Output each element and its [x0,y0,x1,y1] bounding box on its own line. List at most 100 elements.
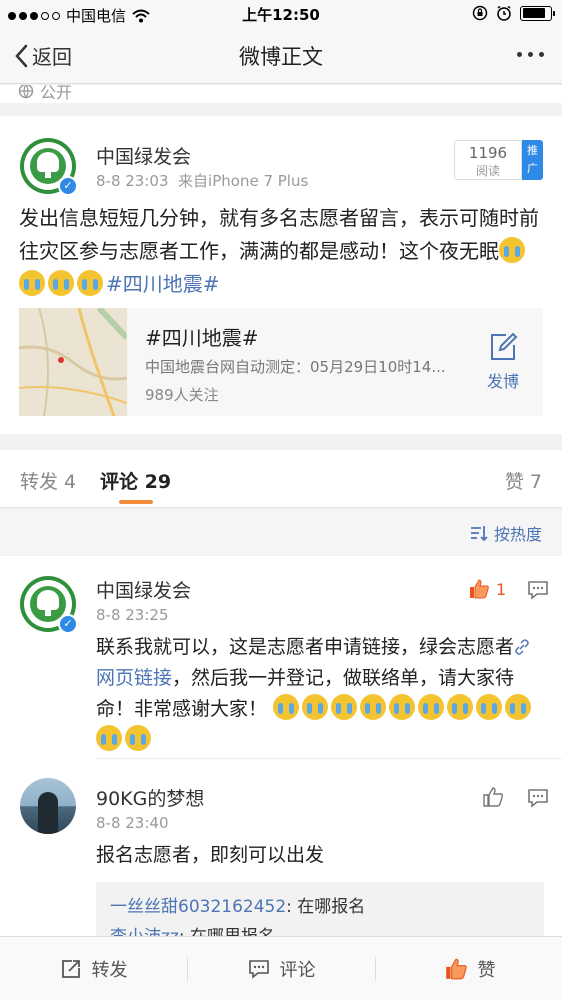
comment-icon [248,960,269,979]
comment-label: 评论 [279,960,316,981]
read-count-box: 1196 阅读 [454,140,522,180]
comment-author[interactable]: 中国绿发会 [96,576,191,603]
crying-emoji-icon [499,237,525,263]
read-count: 1196 [468,144,508,162]
post-source: 来自iPhone 7 Plus [178,172,309,190]
post-to-topic-button[interactable]: 发博 [469,332,537,392]
link-icon [515,639,529,655]
comment-author[interactable]: 90KG的梦想 [96,784,204,811]
sort-icon [470,526,488,541]
tab-likes[interactable]: 赞 7 [505,467,542,494]
thumbs-up-icon [445,958,467,980]
visibility-strip: 公开 [0,85,562,103]
topic-followers: 989人关注 [145,386,219,404]
avatar[interactable] [20,778,76,834]
bottom-action-bar: 转发 评论 赞 [0,936,562,1000]
thumbs-up-icon[interactable] [482,786,504,808]
more-dot [528,52,533,57]
visibility-label: 公开 [40,85,73,102]
crying-emoji-icon [302,694,329,720]
crying-emoji-icon [447,694,474,720]
thumbs-up-icon [470,579,489,599]
repost-button[interactable]: 转发 [0,937,187,1000]
crying-emoji-icon [48,270,74,296]
post-body: 发出信息短短几分钟，就有多名志愿者留言，表示可随时前往灾区参与志愿者工作，满满的… [19,202,545,301]
read-label: 阅读 [475,164,500,178]
repost-icon [61,960,80,978]
comment-time: 8-8 23:40 [96,814,169,832]
crying-emoji-icon [96,725,122,751]
page-title: 微博正文 [239,45,323,69]
verified-badge-icon: ✓ [58,176,78,196]
reply-icon[interactable] [527,788,549,808]
topic-card[interactable]: · #四川地震# 中国地震台网自动测定：05月29日10时14... 989人关… [19,308,543,416]
reply-thread[interactable]: 一丝丝甜6032162452: 在哪报名 李小沛zz: 在哪里报名 [96,882,544,936]
reply-icon[interactable] [527,580,549,600]
avatar[interactable]: ✓ [20,576,78,634]
post-card: ✓ 中国绿发会 8-8 23:03 来自iPhone 7 Plus 1196 阅… [0,116,562,434]
comment-text-part: 联系我就可以，这是志愿者申请链接，绿会志愿者 [96,636,515,658]
reply-item: 李小沛zz: 在哪里报名 [110,922,530,936]
status-bar: 中国电信 上午12:50 [0,0,562,28]
crying-emoji-icon [19,270,45,296]
post-text: 发出信息短短几分钟，就有多名志愿者留言，表示可随时前往灾区参与志愿者工作，满满的… [19,206,539,263]
sort-label: 按热度 [493,525,542,544]
post-time: 8-8 23:03 [96,172,169,190]
topic-description: 中国地震台网自动测定：05月29日10时14... [145,358,446,376]
comment-time: 8-8 23:25 [96,606,169,624]
map-thumbnail: · [19,308,127,416]
post-to-topic-label: 发博 [486,372,519,391]
sort-button[interactable]: 按热度 [470,521,542,545]
hashtag-link[interactable]: #四川地震# [106,272,220,296]
comment-divider [96,758,562,759]
more-dot [517,52,522,57]
sort-bar: 按热度 [0,509,562,555]
reply-text: : 在哪里报名 [179,927,275,936]
comment-button[interactable]: 评论 [188,937,375,1000]
svg-text:·: · [67,350,69,358]
crying-emoji-icon [273,694,300,720]
tab-comments-label: 评论 [100,471,139,493]
status-right [472,5,555,21]
crying-emoji-icon [389,694,416,720]
tab-repost[interactable]: 转发 4 [20,467,76,494]
repost-label: 转发 [91,960,128,981]
promote-button[interactable]: 推广 [522,140,543,180]
battery-icon [520,5,555,21]
topic-title[interactable]: #四川地震# [145,322,259,351]
verified-badge-icon: ✓ [58,614,78,634]
crying-emoji-icon [476,694,503,720]
comment-text: 联系我就可以，这是志愿者申请链接，绿会志愿者网页链接，然后我一并登记，做联络单，… [96,632,548,756]
more-dot [539,52,544,57]
comment-like-count: 1 [496,579,507,599]
comment-text: 报名志愿者，即刻可以出发 [96,844,325,866]
compose-icon [491,332,518,360]
like-label: 赞 [477,960,496,981]
crying-emoji-icon [125,725,151,751]
orientation-lock-icon [472,5,488,21]
active-tab-indicator [119,500,153,504]
comment-list: ✓ 中国绿发会 8-8 23:25 1 联系我就可以，这是志愿者申请链接，绿会志… [0,556,562,936]
web-link-label: 网页链接 [96,667,173,689]
crying-emoji-icon [77,270,103,296]
more-button[interactable] [517,52,544,57]
nav-bar: 返回 微博正文 [0,28,562,84]
tab-comments-count: 29 [144,471,172,493]
author-name[interactable]: 中国绿发会 [96,142,191,169]
comment-like-button[interactable]: 1 [468,578,506,600]
crying-emoji-icon [505,694,532,720]
crying-emoji-icon [360,694,387,720]
reply-text: : 在哪报名 [286,897,366,917]
avatar[interactable]: ✓ [20,138,78,196]
crying-emoji-icon [331,694,358,720]
like-button[interactable]: 赞 [376,937,562,1000]
post-meta: 8-8 23:03 来自iPhone 7 Plus [96,170,308,191]
reply-item: 一丝丝甜6032162452: 在哪报名 [110,892,530,922]
alarm-icon [497,5,511,21]
tab-comments[interactable]: 评论 29 [100,467,171,494]
reply-user[interactable]: 李小沛zz [110,927,179,936]
map-image: · [19,308,127,416]
crying-emoji-icon [418,694,445,720]
interaction-tabs: 转发 4 评论 29 赞 7 [0,450,562,508]
reply-user[interactable]: 一丝丝甜6032162452 [110,897,286,917]
